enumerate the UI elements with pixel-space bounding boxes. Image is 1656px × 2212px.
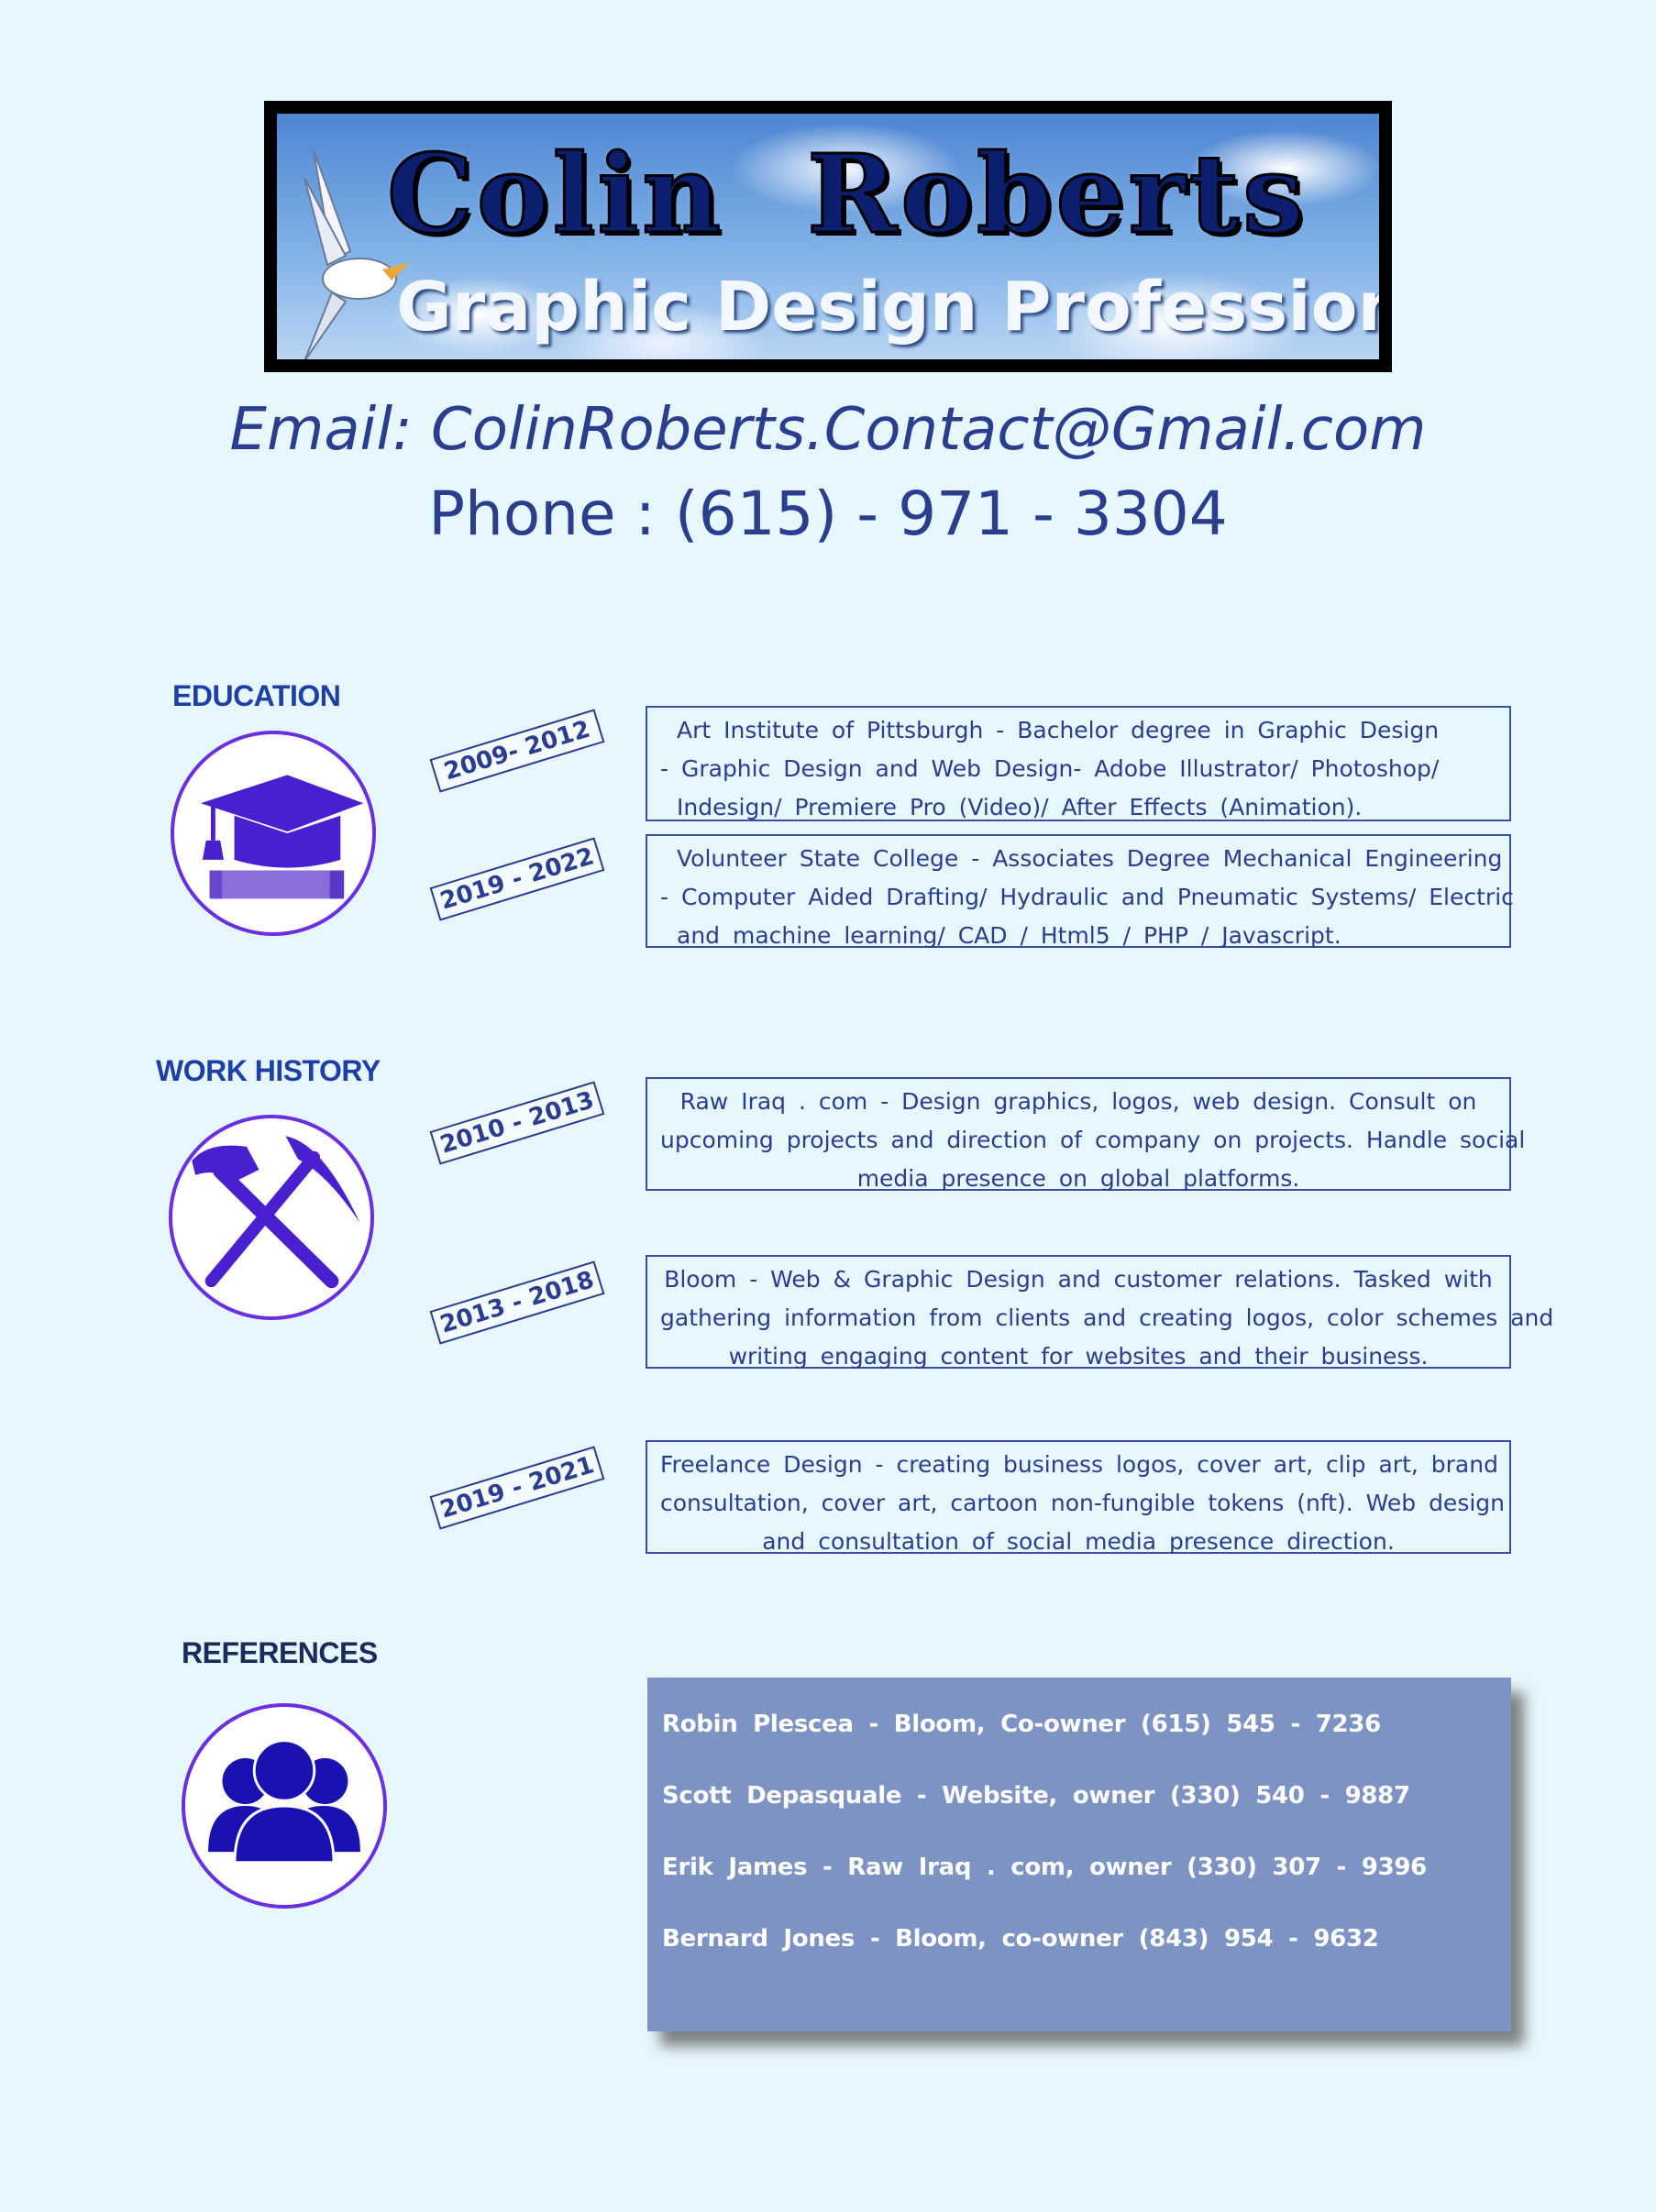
date-stamp: 2010 - 2013 [429, 1081, 605, 1165]
entry-line: media presence on global platforms. [856, 1165, 1300, 1192]
reference-item: Scott Depasquale - Website, owner (330) … [662, 1782, 1410, 1810]
date-stamp: 2019 - 2021 [429, 1446, 605, 1530]
header-banner: Colin Roberts Graphic Design Professiona… [264, 101, 1392, 372]
entry-line: upcoming projects and direction of compa… [660, 1127, 1526, 1153]
entry-line: and machine learning/ CAD / Html5 / PHP … [677, 922, 1341, 949]
reference-item: Erik James - Raw Iraq . com, owner (330)… [662, 1854, 1427, 1881]
banner-name: Colin Roberts [386, 129, 1308, 259]
work-history-heading: WORK HISTORY [156, 1054, 381, 1087]
group-people-icon [182, 1703, 387, 1909]
references-heading: REFERENCES [182, 1636, 378, 1669]
contact-phone[interactable]: Phone : (615) - 971 - 3304 [0, 479, 1656, 549]
entry-line: Art Institute of Pittsburgh - Bachelor d… [677, 717, 1440, 743]
graduation-cap-icon [171, 731, 376, 936]
work-entry: Freelance Design - creating business log… [646, 1440, 1511, 1555]
references-box: Robin Plescea - Bloom, Co-owner (615) 54… [647, 1678, 1511, 2031]
entry-line: Freelance Design - creating business log… [660, 1451, 1498, 1478]
hammer-pickaxe-icon [169, 1115, 374, 1320]
entry-line: writing engaging content for websites an… [728, 1343, 1429, 1370]
education-entry: Volunteer State College - Associates Deg… [646, 834, 1514, 949]
entry-line: - Graphic Design and Web Design- Adobe I… [660, 755, 1440, 782]
banner-subtitle: Graphic Design Professional [396, 268, 1379, 347]
entry-line: and consultation of social media presenc… [762, 1528, 1395, 1555]
education-heading: EDUCATION [172, 679, 341, 712]
entry-line: Indesign/ Premiere Pro (Video)/ After Ef… [677, 794, 1363, 820]
date-stamp: 2009- 2012 [429, 709, 605, 793]
entry-line: consultation, cover art, cartoon non-fun… [660, 1490, 1505, 1516]
education-entry: Art Institute of Pittsburgh - Bachelor d… [646, 706, 1511, 821]
entry-line: Raw Iraq . com - Design graphics, logos,… [679, 1088, 1477, 1115]
entry-line: gathering information from clients and c… [660, 1304, 1554, 1331]
work-entry: Raw Iraq . com - Design graphics, logos,… [646, 1077, 1526, 1192]
reference-item: Bernard Jones - Bloom, co-owner (843) 95… [662, 1925, 1379, 1953]
entry-line: Volunteer State College - Associates Deg… [677, 845, 1503, 872]
entry-line: Bloom - Web & Graphic Design and custome… [664, 1266, 1493, 1293]
banner-image: Colin Roberts Graphic Design Professiona… [277, 114, 1379, 359]
reference-item: Robin Plescea - Bloom, Co-owner (615) 54… [662, 1711, 1381, 1738]
contact-email[interactable]: Email: ColinRoberts.Contact@Gmail.com [0, 396, 1656, 464]
entry-line: - Computer Aided Drafting/ Hydraulic and… [660, 884, 1514, 910]
date-stamp: 2013 - 2018 [429, 1260, 605, 1345]
work-entry: Bloom - Web & Graphic Design and custome… [646, 1255, 1554, 1370]
date-stamp: 2019 - 2022 [429, 837, 605, 921]
